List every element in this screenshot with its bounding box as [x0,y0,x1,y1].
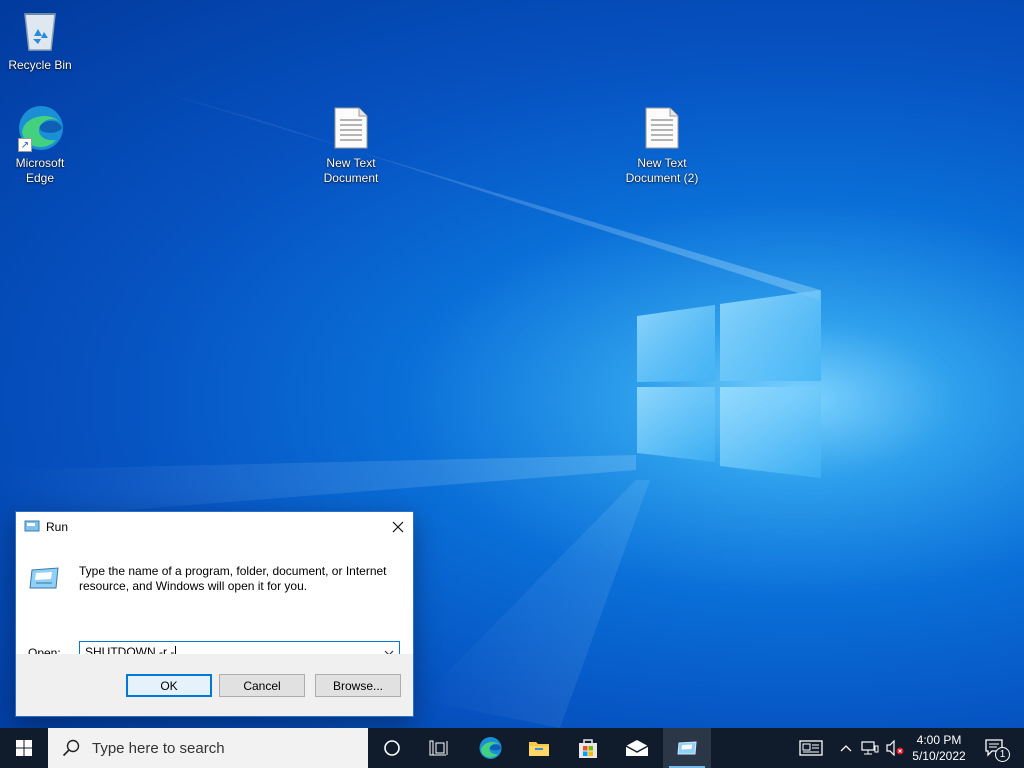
action-center-button[interactable]: 1 [976,728,1016,768]
desktop-icon-new-text-document[interactable]: New Text Document [311,104,391,186]
browse-button[interactable]: Browse... [315,674,401,697]
taskbar-mail[interactable] [614,728,660,768]
desktop[interactable]: Recycle Bin ↗ Microsoft Edge New Text Do… [0,0,1024,728]
close-button[interactable] [383,512,413,542]
taskbar-search-box[interactable]: Type here to search [48,728,368,768]
task-view-icon [429,740,448,756]
recycle-bin-icon [16,6,64,54]
desktop-icon-label: Recycle Bin [8,58,72,72]
run-body: Type the name of a program, folder, docu… [16,542,413,664]
run-description: Type the name of a program, folder, docu… [79,564,387,593]
search-placeholder: Type here to search [92,739,225,757]
chevron-up-icon [840,745,852,752]
cortana-button[interactable] [370,728,414,768]
run-titlebar[interactable]: Run [16,512,413,542]
volume-button[interactable] [884,728,906,768]
close-icon [392,521,404,533]
taskbar-edge[interactable] [467,728,513,768]
desktop-icon-edge[interactable]: ↗ Microsoft Edge [0,104,80,186]
desktop-icon-label: New Text Document (2) [625,156,699,185]
taskbar-run-active[interactable] [663,728,711,768]
taskbar-file-explorer[interactable] [516,728,562,768]
run-icon [677,741,697,755]
desktop-icon-recycle-bin[interactable]: Recycle Bin [0,6,80,73]
desktop-icon-label: New Text Document [323,156,379,185]
run-footer: OK Cancel Browse... [16,654,413,716]
microsoft-store-icon [579,739,597,758]
taskbar-microsoft-store[interactable] [565,728,611,768]
search-icon [62,739,80,757]
file-explorer-icon [529,742,549,756]
cortana-icon [384,740,400,756]
run-dialog: Run Type the name of a program, folder, … [15,511,414,717]
shortcut-arrow-icon: ↗ [18,138,32,152]
news-icon [799,740,823,756]
run-title: Run [46,520,69,534]
cancel-button[interactable]: Cancel [219,674,305,697]
edge-icon: ↗ [16,104,64,152]
notification-count: 1 [995,747,1010,762]
text-document-icon [327,104,375,152]
run-icon [24,519,40,536]
clock-time: 4:00 PM [916,733,962,747]
taskbar: Type here to search 4:00 PM 5/10/2022 1 [0,728,1024,768]
network-button[interactable] [858,728,882,768]
start-button[interactable] [0,728,48,768]
show-hidden-icons-button[interactable] [836,728,856,768]
text-document-icon [638,104,686,152]
desktop-icon-label: Microsoft Edge [15,156,65,185]
edge-icon [479,737,502,759]
run-program-icon [28,564,62,595]
task-view-button[interactable] [417,728,461,768]
ok-button[interactable]: OK [126,674,212,697]
clock[interactable]: 4:00 PM 5/10/2022 [906,728,972,768]
network-icon [861,741,879,755]
windows-logo-icon [16,740,32,756]
desktop-icon-new-text-document-2[interactable]: New Text Document (2) [622,104,702,186]
mail-icon [625,740,649,756]
volume-muted-icon [886,740,904,756]
news-button[interactable] [792,728,830,768]
clock-date: 5/10/2022 [912,749,966,763]
